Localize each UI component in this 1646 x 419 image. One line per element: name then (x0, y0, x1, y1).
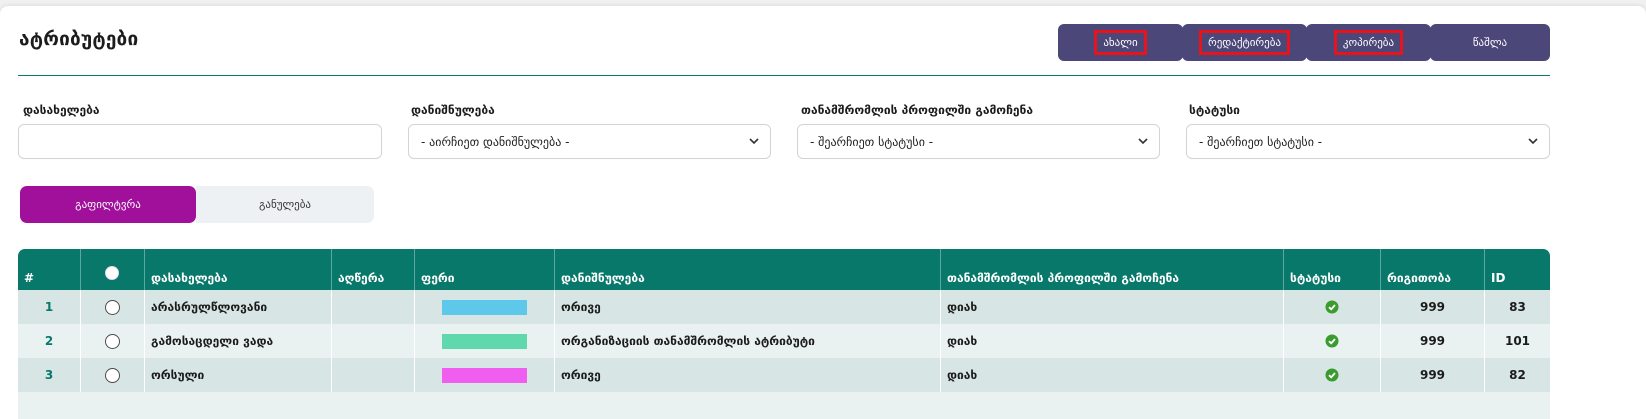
row-id: 83 (1509, 300, 1526, 314)
row-select (81, 290, 145, 324)
check-circle-icon (1325, 300, 1339, 314)
row-color (415, 358, 555, 392)
chevron-down-icon (1528, 138, 1538, 145)
purpose-filter-value: - აირჩიეთ დანიშნულება - (421, 134, 570, 149)
row-purpose: ორივე (555, 358, 941, 392)
profile-usage-filter-select[interactable]: - შეარჩიეთ სტატუსი - (797, 124, 1160, 159)
row-description (332, 358, 415, 392)
copy-button[interactable]: კოპირება (1306, 24, 1431, 61)
row-status (1284, 324, 1381, 358)
chevron-down-icon (1138, 138, 1148, 145)
column-header-status[interactable]: სტატუსი (1284, 249, 1381, 292)
name-filter-input[interactable] (18, 124, 382, 159)
reset-button-label: განულება (258, 198, 312, 211)
column-header-profile-usage[interactable]: თანამშრომლის პროფილში გამოჩენა (941, 249, 1284, 292)
purpose-filter-select[interactable]: - აირჩიეთ დანიშნულება - (408, 124, 771, 159)
table-row[interactable]: 1 არასრულწლოვანი ორივე დიახ 999 83 (18, 290, 1550, 324)
color-swatch (442, 299, 527, 315)
table-row[interactable]: 2 გამოსაცდელი ვადა ორგანიზაციის თანამშრო… (18, 324, 1550, 358)
row-select (81, 324, 145, 358)
filter-button-label: გაფილტვრა (75, 198, 141, 211)
row-status (1284, 358, 1381, 392)
row-order: 999 (1381, 324, 1485, 358)
delete-button-label: წაშლა (1472, 36, 1508, 49)
column-header-select (81, 249, 145, 292)
attributes-table: # დასახელება აღწერა ფერი დანიშნულება თან… (18, 249, 1550, 419)
row-description (332, 324, 415, 358)
new-button[interactable]: ახალი (1058, 24, 1183, 61)
row-number: 1 (18, 290, 81, 324)
check-circle-icon (1325, 368, 1339, 382)
row-radio[interactable] (105, 367, 120, 383)
column-header-id[interactable]: ID (1485, 249, 1550, 292)
table-row[interactable]: 3 ორსული ორივე დიახ 999 82 (18, 358, 1550, 392)
column-header-number: # (18, 249, 81, 292)
table-header: # დასახელება აღწერა ფერი დანიშნულება თან… (18, 249, 1550, 292)
table-row-partial (18, 392, 1550, 419)
check-circle-icon (1325, 334, 1339, 348)
row-radio[interactable] (105, 299, 120, 315)
row-purpose: ორგანიზაციის თანამშრომლის ატრიბუტი (555, 324, 941, 358)
new-button-label: ახალი (1094, 30, 1147, 55)
row-id: 101 (1504, 334, 1531, 348)
row-id: 82 (1509, 368, 1526, 382)
status-filter-label: სტატუსი (1189, 103, 1240, 117)
row-profile-usage: დიახ (941, 358, 1284, 392)
profile-usage-filter-value: - შეარჩიეთ სტატუსი - (810, 134, 934, 149)
row-profile-usage: დიახ (941, 290, 1284, 324)
column-header-description[interactable]: აღწერა (332, 249, 415, 292)
status-filter-select[interactable]: - შეარჩიეთ სტატუსი - (1186, 124, 1550, 159)
row-name: გამოსაცდელი ვადა (145, 324, 332, 358)
color-swatch (442, 333, 527, 349)
page-title: ატრიბუტები (19, 28, 139, 50)
edit-button[interactable]: რედაქტირება (1182, 24, 1307, 61)
row-status (1284, 290, 1381, 324)
title-divider (18, 75, 1550, 76)
color-swatch (442, 367, 527, 383)
row-order: 999 (1381, 290, 1485, 324)
column-header-order[interactable]: რიგითობა (1381, 249, 1485, 292)
attributes-panel: ატრიბუტები ახალი რედაქტირება კოპირება წა… (0, 6, 1646, 419)
edit-button-label: რედაქტირება (1198, 30, 1291, 55)
row-name: ორსული (145, 358, 332, 392)
row-color (415, 324, 555, 358)
status-filter-value: - შეარჩიეთ სტატუსი - (1199, 134, 1323, 149)
profile-usage-filter-label: თანამშრომლის პროფილში გამოჩენა (801, 103, 1034, 117)
row-color (415, 290, 555, 324)
delete-button[interactable]: წაშლა (1430, 24, 1550, 61)
row-number: 2 (18, 324, 81, 358)
select-all-checkbox[interactable] (105, 266, 119, 280)
name-filter-label: დასახელება (23, 103, 100, 117)
column-header-color[interactable]: ფერი (415, 249, 555, 292)
row-name: არასრულწლოვანი (145, 290, 332, 324)
column-header-name[interactable]: დასახელება (145, 249, 332, 292)
row-select (81, 358, 145, 392)
row-description (332, 290, 415, 324)
row-number: 3 (18, 358, 81, 392)
row-order: 999 (1381, 358, 1485, 392)
row-profile-usage: დიახ (941, 324, 1284, 358)
row-purpose: ორივე (555, 290, 941, 324)
reset-button[interactable]: განულება (196, 186, 374, 223)
column-header-purpose[interactable]: დანიშნულება (555, 249, 941, 292)
purpose-filter-label: დანიშნულება (411, 103, 495, 117)
chevron-down-icon (749, 138, 759, 145)
row-radio[interactable] (105, 333, 120, 349)
copy-button-label: კოპირება (1333, 30, 1404, 55)
filter-button[interactable]: გაფილტვრა (20, 186, 196, 223)
